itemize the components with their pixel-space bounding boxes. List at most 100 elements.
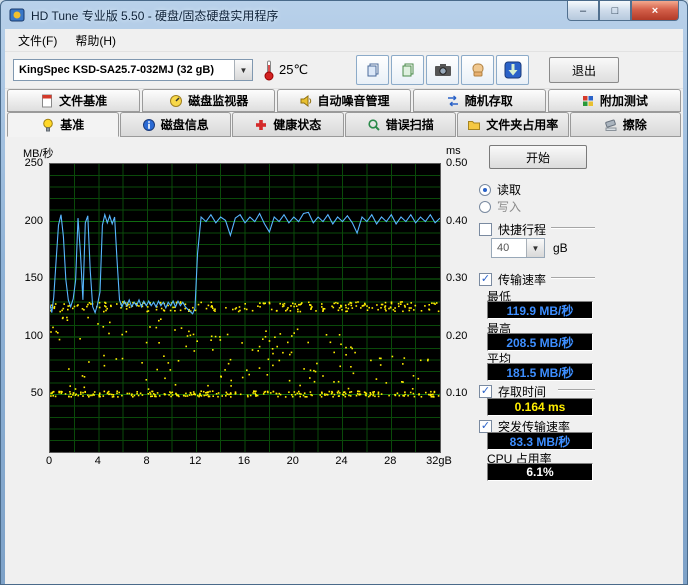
read-radio[interactable] — [479, 183, 491, 196]
menu-help[interactable]: 帮助(H) — [66, 29, 125, 52]
start-button[interactable]: 开始 — [489, 145, 587, 169]
benchmark-plot — [49, 163, 442, 453]
file-benchmark-icon — [42, 94, 53, 107]
write-radio-row[interactable]: 写入 — [479, 198, 521, 215]
tab-erase[interactable]: 擦除 — [569, 112, 681, 137]
tab-label: 基准 — [60, 118, 85, 132]
short-stroke-checkbox[interactable] — [479, 223, 492, 236]
tab-label: 文件基准 — [59, 94, 108, 108]
read-radio-row[interactable]: 读取 — [479, 181, 521, 198]
screenshot-camera-icon — [434, 64, 451, 76]
erase-icon — [604, 119, 617, 131]
short-stroke-select[interactable]: 40 ▼ — [491, 238, 545, 258]
cpu-usage-value: 6.1% — [487, 463, 593, 481]
minimize-icon: – — [579, 4, 587, 17]
short-stroke-label: 快捷行程 — [498, 223, 547, 237]
tab-disk-monitor[interactable]: 磁盘监视器 — [142, 89, 276, 112]
tab-label: 自动噪音管理 — [317, 94, 390, 108]
donate-hand-icon — [472, 63, 484, 77]
copy-image-button[interactable] — [391, 55, 425, 85]
access-time-value: 0.164 ms — [487, 398, 593, 416]
avg-value: 181.5 MB/秒 — [487, 363, 593, 381]
tab-label: 错误扫描 — [385, 118, 434, 132]
health-icon — [256, 119, 267, 130]
close-icon: × — [651, 4, 659, 17]
write-label: 写入 — [497, 200, 522, 214]
hd-tune-window: HD Tune 专业版 5.50 - 硬盘/固态硬盘实用程序 – □ × 文件(… — [0, 0, 688, 585]
tab-label: 健康状态 — [273, 118, 322, 132]
menubar: 文件(F) 帮助(H) — [5, 29, 683, 52]
disk-monitor-icon — [170, 94, 183, 107]
transfer-rate-checkbox[interactable]: ✓ — [479, 273, 492, 286]
temperature-value: 25℃ — [279, 62, 309, 77]
main-tab-row: 基准 磁盘信息 健康状态 错误扫描 文件夹占用率 擦除 — [5, 112, 683, 137]
tab-extra-tests[interactable]: 附加测试 — [547, 89, 682, 112]
copy-text-button[interactable] — [356, 55, 390, 85]
app-icon — [9, 8, 25, 22]
window-content: 文件(F) 帮助(H) KingSpec KSD-SA25.7-032MJ (3… — [5, 29, 683, 584]
random-access-icon — [447, 94, 458, 107]
tab-label: 磁盘信息 — [160, 118, 209, 132]
copy-image-icon — [402, 63, 414, 77]
max-value: 208.5 MB/秒 — [487, 333, 593, 351]
exit-button[interactable]: 退出 — [549, 57, 620, 83]
tab-random-access[interactable]: 随机存取 — [412, 89, 546, 112]
top-tab-row: 文件基准 磁盘监视器 自动噪音管理 随机存取 附加测试 — [5, 89, 683, 112]
tab-label: 文件夹占用率 — [486, 118, 559, 132]
separator — [551, 227, 595, 229]
menu-file[interactable]: 文件(F) — [9, 29, 66, 52]
dropdown-arrow-icon[interactable]: ▼ — [526, 239, 544, 257]
error-scan-icon — [368, 118, 380, 131]
temperature-icon — [264, 60, 274, 81]
donate-button[interactable] — [461, 55, 495, 85]
tab-file-benchmark[interactable]: 文件基准 — [7, 89, 141, 112]
drive-select[interactable]: KingSpec KSD-SA25.7-032MJ (32 gB) ▼ — [13, 59, 253, 81]
maximize-icon: □ — [611, 4, 619, 17]
read-label: 读取 — [497, 183, 522, 197]
benchmark-panel: MB/秒 ms 50 100 150 200 250 0.10 0.20 0.30 0.40 0… — [5, 137, 683, 584]
tab-label: 磁盘监视器 — [188, 94, 249, 108]
screenshot-button[interactable] — [426, 55, 460, 85]
short-stroke-unit: gB — [553, 241, 568, 255]
folder-usage-icon — [468, 120, 481, 130]
tab-benchmark[interactable]: 基准 — [7, 112, 119, 137]
tab-folder-usage[interactable]: 文件夹占用率 — [457, 112, 569, 137]
drive-select-value: KingSpec KSD-SA25.7-032MJ (32 gB) — [19, 64, 214, 76]
benchmark-bulb-icon — [43, 118, 54, 132]
separator — [551, 277, 595, 279]
tab-disk-info[interactable]: 磁盘信息 — [119, 112, 231, 137]
min-value: 119.9 MB/秒 — [487, 301, 593, 319]
check-icon: ✓ — [480, 420, 491, 432]
transfer-rate-row[interactable]: ✓ 传输速率 — [479, 271, 546, 288]
minimize-button[interactable]: – — [567, 1, 599, 21]
titlebar[interactable]: HD Tune 专业版 5.50 - 硬盘/固态硬盘实用程序 – □ × — [1, 1, 687, 29]
noise-management-icon — [300, 94, 311, 107]
tab-label: 随机存取 — [464, 94, 513, 108]
right-axis-label: ms — [446, 145, 461, 157]
short-stroke-value: 40 — [497, 242, 510, 254]
disk-info-icon — [142, 118, 155, 131]
tab-error-scan[interactable]: 错误扫描 — [344, 112, 456, 137]
start-label: 开始 — [525, 150, 550, 165]
exit-label: 退出 — [572, 63, 597, 78]
check-icon: ✓ — [480, 385, 491, 397]
benchmark-chart — [49, 164, 442, 452]
tab-health[interactable]: 健康状态 — [232, 112, 344, 137]
check-icon: ✓ — [480, 273, 491, 285]
access-time-checkbox[interactable]: ✓ — [479, 385, 492, 398]
extra-tests-icon — [582, 95, 593, 106]
tab-label: 附加测试 — [599, 94, 648, 108]
short-stroke-row[interactable]: 快捷行程 — [479, 221, 546, 238]
dropdown-arrow-icon[interactable]: ▼ — [234, 60, 252, 80]
maximize-button[interactable]: □ — [599, 1, 631, 21]
close-button[interactable]: × — [631, 1, 679, 21]
window-title: HD Tune 专业版 5.50 - 硬盘/固态硬盘实用程序 — [31, 8, 279, 23]
copy-text-icon — [367, 63, 379, 77]
tab-noise-management[interactable]: 自动噪音管理 — [277, 89, 411, 112]
transfer-rate-label: 传输速率 — [498, 273, 547, 287]
separator — [558, 389, 595, 391]
tab-label: 擦除 — [622, 118, 647, 132]
save-results-button[interactable] — [496, 55, 530, 85]
write-radio[interactable] — [479, 200, 491, 213]
burst-rate-value: 83.3 MB/秒 — [487, 432, 593, 450]
